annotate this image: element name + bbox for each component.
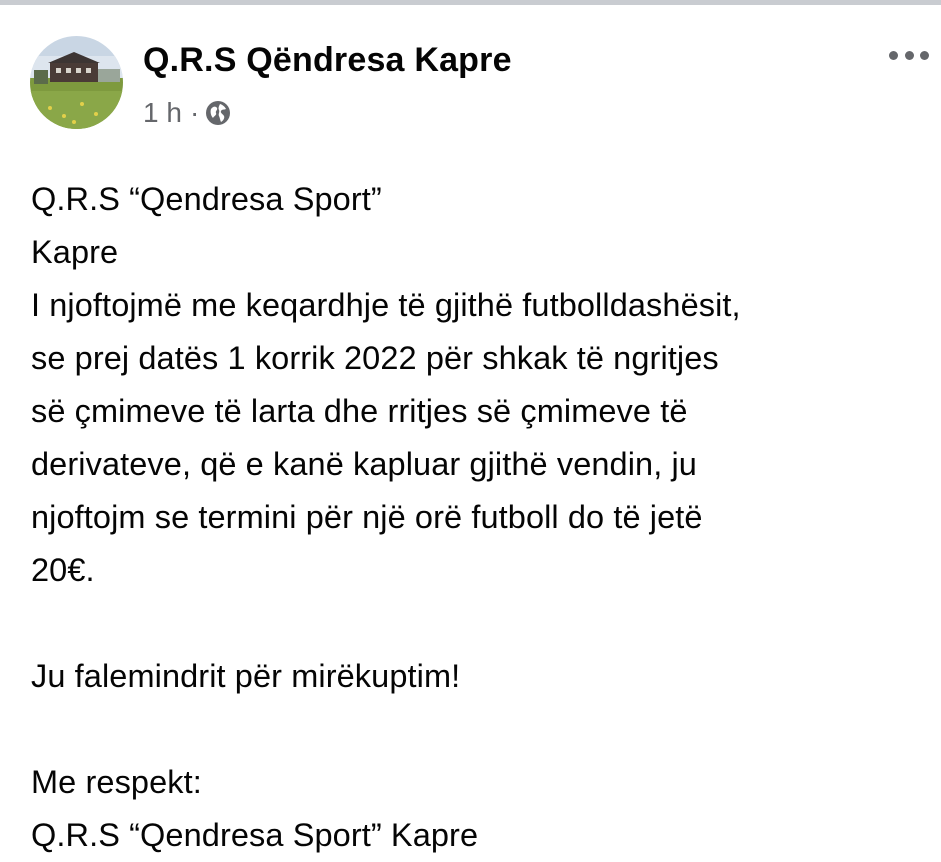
post-timestamp[interactable]: 1 h — [143, 97, 182, 129]
post-text-line: Kapre — [31, 234, 119, 270]
post-text: Q.R.S “Qendresa Sport” Kapre I njoftojmë… — [31, 173, 936, 862]
more-options-button[interactable] — [889, 41, 929, 69]
post-text-line: Q.R.S “Qendresa Sport” — [31, 181, 382, 217]
more-horizontal-icon — [889, 50, 898, 60]
post-card: Q.R.S Qëndresa Kapre 1 h · Q.R.S “Qendre… — [0, 5, 941, 855]
page-avatar[interactable] — [30, 36, 123, 129]
post-text-line: Q.R.S “Qendresa Sport” Kapre — [31, 817, 479, 853]
post-text-line: së çmimeve të larta dhe rritjes së çmime… — [31, 393, 688, 429]
post-text-line: 20€. — [31, 552, 95, 588]
post-text-line: I njoftojmë me keqardhje të gjithë futbo… — [31, 287, 741, 323]
post-text-line: njoftojm se termini për një orë futboll … — [31, 499, 703, 535]
avatar-image — [30, 36, 123, 129]
globe-icon[interactable] — [205, 100, 231, 126]
post-meta: 1 h · — [143, 97, 231, 129]
meta-separator: · — [189, 97, 200, 128]
post-text-line: derivateve, që e kanë kapluar gjithë ven… — [31, 446, 697, 482]
page-name-link[interactable]: Q.R.S Qëndresa Kapre — [143, 41, 512, 80]
post-text-line: se prej datës 1 korrik 2022 për shkak të… — [31, 340, 719, 376]
more-horizontal-icon — [904, 50, 914, 60]
more-horizontal-icon — [920, 50, 929, 60]
post-text-line: Me respekt: — [31, 764, 202, 800]
post-text-line: Ju falemindrit për mirëkuptim! — [31, 658, 461, 694]
